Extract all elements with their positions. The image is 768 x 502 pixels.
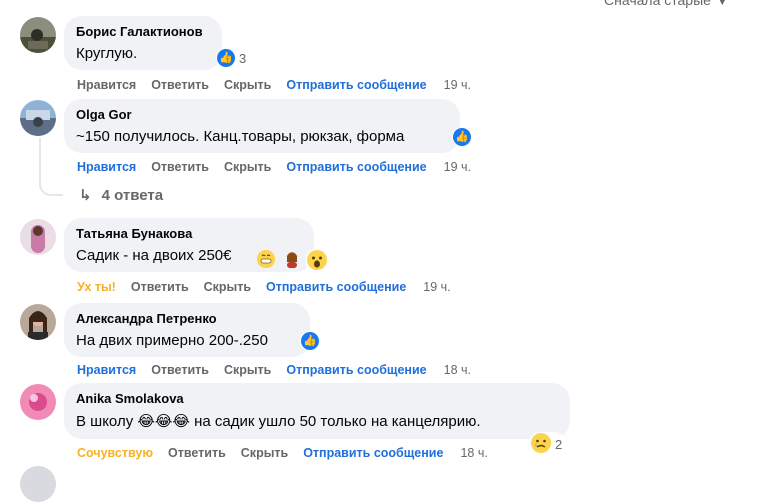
send-message-button[interactable]: Отправить сообщение <box>286 363 426 377</box>
like-reaction-icon: 👍 <box>453 128 471 146</box>
reply-button[interactable]: Ответить <box>151 160 209 174</box>
grinning-emoji-icon <box>257 250 275 268</box>
reaction-summary[interactable]: 👍 3 <box>216 48 250 68</box>
like-button[interactable]: Сочувствую <box>77 446 153 460</box>
avatar[interactable] <box>20 17 56 53</box>
send-message-button[interactable]: Отправить сообщение <box>286 160 426 174</box>
comment-author[interactable]: Александра Петренко <box>76 311 217 326</box>
comment-bubble: Борис Галактионов Круглую. <box>64 16 222 70</box>
reaction-summary[interactable]: 👍 <box>300 331 320 351</box>
like-reaction-icon: 👍 <box>217 49 235 67</box>
comment-timestamp[interactable]: 18 ч. <box>460 446 487 460</box>
comment-bubble: Anika Smolakova В школу 😂😂😂 на садик ушл… <box>64 383 570 439</box>
hide-button[interactable]: Скрыть <box>204 280 251 294</box>
comment-timestamp[interactable]: 18 ч. <box>444 363 471 377</box>
like-button[interactable]: Нравится <box>77 160 136 174</box>
send-message-button[interactable]: Отправить сообщение <box>266 280 406 294</box>
reaction-count: 2 <box>555 437 563 452</box>
comment-sort-button[interactable]: Сначала старые ▼ <box>604 0 728 8</box>
reaction-summary[interactable]: 2 <box>530 432 566 457</box>
comment-text: Круглую. <box>76 45 138 62</box>
like-button[interactable]: Нравится <box>77 363 136 377</box>
inline-emojis <box>257 250 301 273</box>
thread-curve <box>39 180 63 196</box>
comment-text: В школу 😂😂😂 на садик ушло 50 только на к… <box>76 413 481 430</box>
comment-actions: Нравится Ответить Скрыть Отправить сообщени… <box>77 78 486 92</box>
avatar[interactable] <box>20 219 56 255</box>
comment-timestamp[interactable]: 19 ч. <box>444 78 471 92</box>
like-button[interactable]: Ух ты! <box>77 280 116 294</box>
care-reaction-icon <box>531 433 551 456</box>
comment-actions: Ух ты! Ответить Скрыть Отправить сообщение 1… <box>77 280 466 294</box>
comment-text: На двих примерно 200-.250 <box>76 332 268 349</box>
hide-button[interactable]: Скрыть <box>224 160 271 174</box>
reaction-count: 3 <box>239 50 247 66</box>
chevron-down-icon: ▼ <box>716 0 728 8</box>
avatar[interactable] <box>20 384 56 420</box>
like-reaction-icon: 👍 <box>301 332 319 350</box>
reply-button[interactable]: Ответить <box>168 446 226 460</box>
avatar[interactable] <box>20 100 56 136</box>
comment-timestamp[interactable]: 19 ч. <box>423 280 450 294</box>
send-message-button[interactable]: Отправить сообщение <box>286 78 426 92</box>
replies-label: 4 ответа <box>101 187 164 204</box>
avatar[interactable] <box>20 466 56 502</box>
comment-actions: Нравится Ответить Скрыть Отправить сообщени… <box>77 160 486 174</box>
reaction-summary[interactable]: 👍 <box>452 127 472 147</box>
wow-reaction-icon <box>307 250 327 273</box>
hide-button[interactable]: Скрыть <box>224 78 271 92</box>
comment-text: Садик - на двоих 250€ <box>76 247 232 264</box>
comment-bubble: Olga Gor ~150 получилось. Канц.товары, р… <box>64 99 460 153</box>
hide-button[interactable]: Скрыть <box>241 446 288 460</box>
comment-actions: Сочувствую Ответить Скрыть Отправить сообще… <box>77 446 503 460</box>
comment-actions: Нравится Ответить Скрыть Отправить сообщени… <box>77 363 486 377</box>
reply-button[interactable]: Ответить <box>151 363 209 377</box>
comment-author[interactable]: Anika Smolakova <box>76 391 184 406</box>
send-message-button[interactable]: Отправить сообщение <box>303 446 443 460</box>
comment-timestamp[interactable]: 19 ч. <box>444 160 471 174</box>
reply-button[interactable]: Ответить <box>151 78 209 92</box>
like-button[interactable]: Нравится <box>77 78 136 92</box>
comment-text: ~150 получилось. Канц.товары, рюкзак, фо… <box>76 128 405 145</box>
comment-author[interactable]: Татьяна Бунакова <box>76 226 192 241</box>
sort-label: Сначала старые <box>604 0 711 8</box>
avatar[interactable] <box>20 304 56 340</box>
comment-author[interactable]: Борис Галактионов <box>76 24 203 39</box>
reaction-summary[interactable] <box>306 249 328 274</box>
view-replies-button[interactable]: ↳ 4 ответа <box>79 186 163 204</box>
thread-line <box>39 138 41 182</box>
person-emoji-icon <box>283 250 301 273</box>
comment-bubble: Александра Петренко На двих примерно 200… <box>64 303 310 357</box>
reply-button[interactable]: Ответить <box>131 280 189 294</box>
hide-button[interactable]: Скрыть <box>224 363 271 377</box>
reply-arrow-icon: ↳ <box>79 187 92 204</box>
comment-author[interactable]: Olga Gor <box>76 107 132 122</box>
